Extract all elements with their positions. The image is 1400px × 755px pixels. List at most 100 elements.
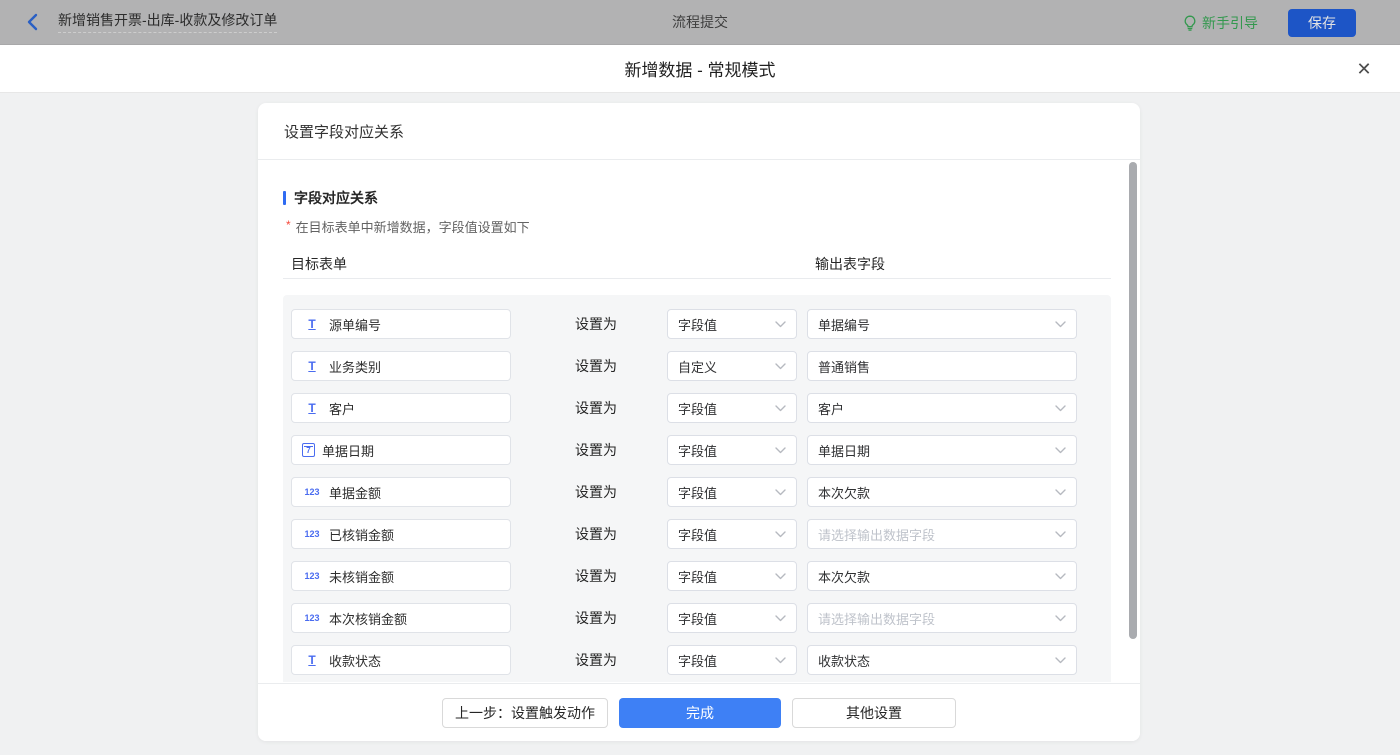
mode-select-value: 字段值 [678, 651, 717, 670]
output-select-value: 本次欠款 [818, 567, 870, 586]
modal-title: 新增数据 - 常规模式 [624, 56, 775, 81]
target-field-chip: 123 已核销金额 [291, 519, 511, 549]
mode-select[interactable]: 字段值 [667, 561, 797, 591]
mapping-row: T 业务类别 设置为 自定义 普通销售 [291, 351, 1111, 381]
output-select-value: 普通销售 [818, 357, 870, 376]
target-field-label: 已核销金额 [329, 525, 394, 544]
output-select[interactable]: 请选择输出数据字段 [807, 603, 1077, 633]
mapping-row: 123 已核销金额 设置为 字段值 请选择输出数据字段 [291, 519, 1111, 549]
output-select[interactable]: 本次欠款 [807, 561, 1077, 591]
set-as-label: 设置为 [575, 524, 667, 544]
chevron-down-icon [775, 615, 786, 622]
flow-title[interactable]: 新增销售开票-出库-收款及修改订单 [58, 11, 277, 33]
mapping-row: T 源单编号 设置为 字段值 单据编号 [291, 309, 1111, 339]
card-header-title: 设置字段对应关系 [284, 121, 404, 142]
top-bar-actions: 新手引导 保存 [1183, 0, 1356, 45]
set-as-label: 设置为 [575, 398, 667, 418]
chevron-left-icon [26, 13, 38, 31]
output-select[interactable]: 客户 [807, 393, 1077, 423]
target-field-label: 源单编号 [329, 315, 381, 334]
mapping-row: T 收款状态 设置为 字段值 收款状态 [291, 645, 1111, 675]
target-field-label: 未核销金额 [329, 567, 394, 586]
target-field-label: 收款状态 [329, 651, 381, 670]
target-field-chip: 123 本次核销金额 [291, 603, 511, 633]
number-field-icon: 123 [302, 529, 322, 539]
output-select[interactable]: 单据日期 [807, 435, 1077, 465]
output-select[interactable]: 请选择输出数据字段 [807, 519, 1077, 549]
output-select-value: 收款状态 [818, 651, 870, 670]
chevron-down-icon [775, 657, 786, 664]
set-as-label: 设置为 [575, 314, 667, 334]
output-select[interactable]: 本次欠款 [807, 477, 1077, 507]
column-header-output-field: 输出表字段 [815, 254, 885, 274]
chevron-down-icon [1055, 405, 1066, 412]
mode-select-value: 字段值 [678, 609, 717, 628]
mode-select-value: 字段值 [678, 483, 717, 502]
required-asterisk: * [286, 218, 291, 232]
output-select-value: 本次欠款 [818, 483, 870, 502]
output-select-value: 单据编号 [818, 315, 870, 334]
back-button[interactable] [22, 11, 42, 33]
lightbulb-icon [1183, 15, 1197, 31]
mode-select[interactable]: 字段值 [667, 603, 797, 633]
output-select-value: 请选择输出数据字段 [818, 525, 935, 544]
guide-link[interactable]: 新手引导 [1183, 13, 1258, 33]
output-select-value: 客户 [818, 399, 844, 418]
close-icon[interactable]: ✕ [1352, 57, 1376, 81]
target-field-label: 客户 [329, 399, 355, 418]
text-field-icon: T [302, 653, 322, 667]
column-divider [283, 278, 1111, 279]
done-button[interactable]: 完成 [619, 698, 781, 728]
set-as-label: 设置为 [575, 608, 667, 628]
section-note: * 在目标表单中新增数据，字段值设置如下 [283, 217, 1111, 236]
text-field-icon: T [302, 401, 322, 415]
mode-select[interactable]: 字段值 [667, 519, 797, 549]
text-field-icon: T [302, 359, 322, 373]
target-field-chip: 7 单据日期 [291, 435, 511, 465]
mode-select[interactable]: 字段值 [667, 309, 797, 339]
card-scroll-area: 字段对应关系 * 在目标表单中新增数据，字段值设置如下 目标表单 输出表字段 T… [258, 160, 1140, 682]
scrollbar[interactable] [1129, 162, 1137, 639]
mode-select[interactable]: 字段值 [667, 477, 797, 507]
number-field-icon: 123 [302, 613, 322, 623]
target-field-chip: T 客户 [291, 393, 511, 423]
column-headers: 目标表单 输出表字段 [283, 254, 1111, 270]
modal-header: 新增数据 - 常规模式 ✕ [0, 45, 1400, 93]
save-button[interactable]: 保存 [1288, 9, 1356, 37]
mode-select-value: 字段值 [678, 399, 717, 418]
mapping-row: T 客户 设置为 字段值 客户 [291, 393, 1111, 423]
set-as-label: 设置为 [575, 482, 667, 502]
chevron-down-icon [1055, 447, 1066, 454]
mode-select-value: 字段值 [678, 567, 717, 586]
chevron-down-icon [1055, 489, 1066, 496]
chevron-down-icon [775, 489, 786, 496]
set-as-label: 设置为 [575, 356, 667, 376]
target-field-chip: T 源单编号 [291, 309, 511, 339]
output-select-value: 请选择输出数据字段 [818, 609, 935, 628]
mode-select[interactable]: 字段值 [667, 393, 797, 423]
top-bar: 新增销售开票-出库-收款及修改订单 流程提交 新手引导 保存 [0, 0, 1400, 45]
mode-select[interactable]: 自定义 [667, 351, 797, 381]
mapping-row: 123 本次核销金额 设置为 字段值 请选择输出数据字段 [291, 603, 1111, 633]
output-select[interactable]: 单据编号 [807, 309, 1077, 339]
previous-step-button[interactable]: 上一步：设置触发动作 [442, 698, 608, 728]
set-as-label: 设置为 [575, 650, 667, 670]
mode-select-value: 字段值 [678, 315, 717, 334]
chevron-down-icon [775, 321, 786, 328]
output-input[interactable]: 普通销售 [807, 351, 1077, 381]
section-title: 字段对应关系 [283, 188, 1111, 208]
output-select[interactable]: 收款状态 [807, 645, 1077, 675]
mode-select-value: 字段值 [678, 525, 717, 544]
other-settings-button[interactable]: 其他设置 [792, 698, 956, 728]
set-as-label: 设置为 [575, 566, 667, 586]
target-field-label: 本次核销金额 [329, 609, 407, 628]
chevron-down-icon [1055, 615, 1066, 622]
target-field-label: 单据日期 [322, 441, 374, 460]
mode-select[interactable]: 字段值 [667, 645, 797, 675]
date-field-icon: 7 [302, 443, 315, 457]
chevron-down-icon [775, 531, 786, 538]
chevron-down-icon [775, 447, 786, 454]
chevron-down-icon [775, 405, 786, 412]
column-header-target-form: 目标表单 [291, 254, 347, 274]
mode-select[interactable]: 字段值 [667, 435, 797, 465]
